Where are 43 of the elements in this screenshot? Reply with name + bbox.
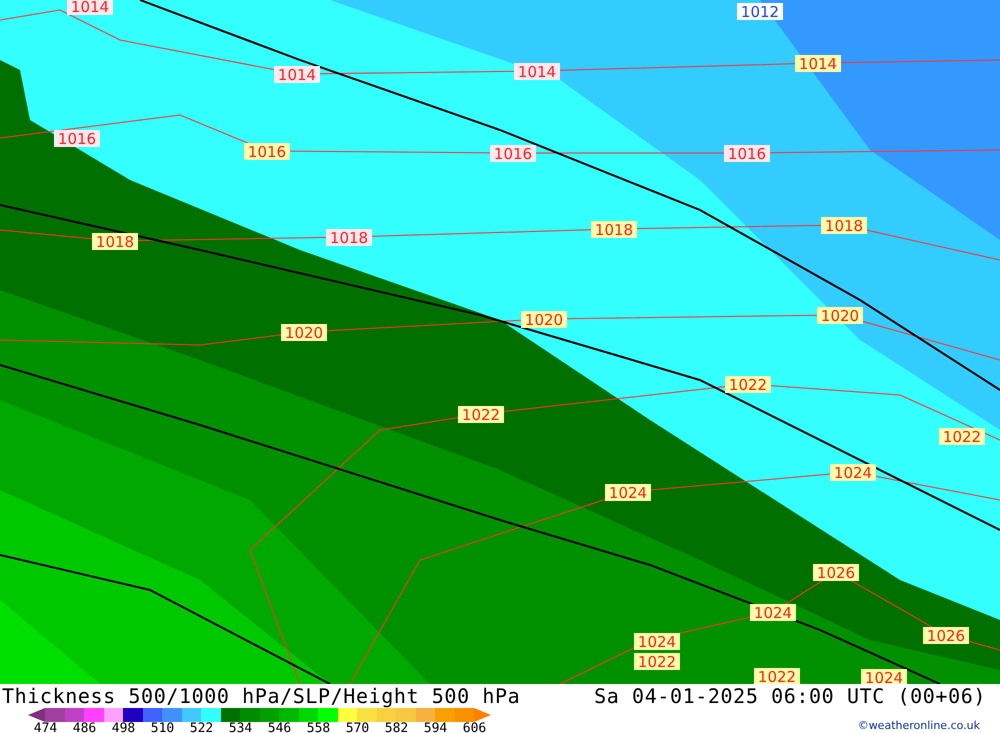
legend-tick-label: 522 xyxy=(188,722,214,733)
isobar-label: 1022 xyxy=(634,653,680,671)
isobar-label: 1024 xyxy=(634,633,680,651)
legend-tick-label: 558 xyxy=(306,722,332,733)
isobar-label: 1012 xyxy=(737,3,783,21)
isobar-label: 1024 xyxy=(861,669,907,684)
isobar-label: 1016 xyxy=(490,145,536,163)
isobar-label: 1024 xyxy=(750,604,796,622)
isobar-label: 1026 xyxy=(923,627,969,645)
isobar-label: 1016 xyxy=(54,130,100,148)
legend-tick-label: 582 xyxy=(384,722,410,733)
isobar-label: 1018 xyxy=(821,217,867,235)
legend-tick-label: 486 xyxy=(72,722,98,733)
legend-tick-label: 606 xyxy=(462,722,488,733)
isobar-label: 1018 xyxy=(92,233,138,251)
isobar-label: 1024 xyxy=(605,484,651,502)
legend-tick-label: 546 xyxy=(266,722,292,733)
isobar-label: 1026 xyxy=(813,564,859,582)
isobar-label: 1014 xyxy=(795,55,841,73)
isobar-label: 1020 xyxy=(281,324,327,342)
isobar-label: 1024 xyxy=(830,464,876,482)
legend-tick-label: 594 xyxy=(422,722,448,733)
isobar-label: 1022 xyxy=(754,668,800,684)
isobar-label: 1020 xyxy=(817,307,863,325)
legend-tick-label: 570 xyxy=(344,722,370,733)
isobar-label: 1014 xyxy=(67,0,113,16)
legend-tick-label: 474 xyxy=(32,722,58,733)
isobar-label: 1018 xyxy=(591,221,637,239)
legend-tick-label: 534 xyxy=(228,722,254,733)
credit-link[interactable]: ©weatheronline.co.uk xyxy=(858,719,980,732)
isobar-label: 1016 xyxy=(244,143,290,161)
isobar-label: 1014 xyxy=(514,63,560,81)
isobar-label: 1022 xyxy=(725,376,771,394)
legend-tick-label: 498 xyxy=(110,722,136,733)
isobar-label: 1018 xyxy=(326,229,372,247)
isobar-label: 1022 xyxy=(939,428,985,446)
valid-time: Sa 04-01-2025 06:00 UTC (00+06) xyxy=(594,684,986,708)
isobar-label: 1020 xyxy=(521,311,567,329)
map-title: Thickness 500/1000 hPa/SLP/Height 500 hPa xyxy=(2,684,520,708)
isobar-label: 1016 xyxy=(724,145,770,163)
isobar-label: 1014 xyxy=(274,66,320,84)
isobar-label: 1022 xyxy=(458,406,504,424)
legend-tick-label: 510 xyxy=(150,722,176,733)
